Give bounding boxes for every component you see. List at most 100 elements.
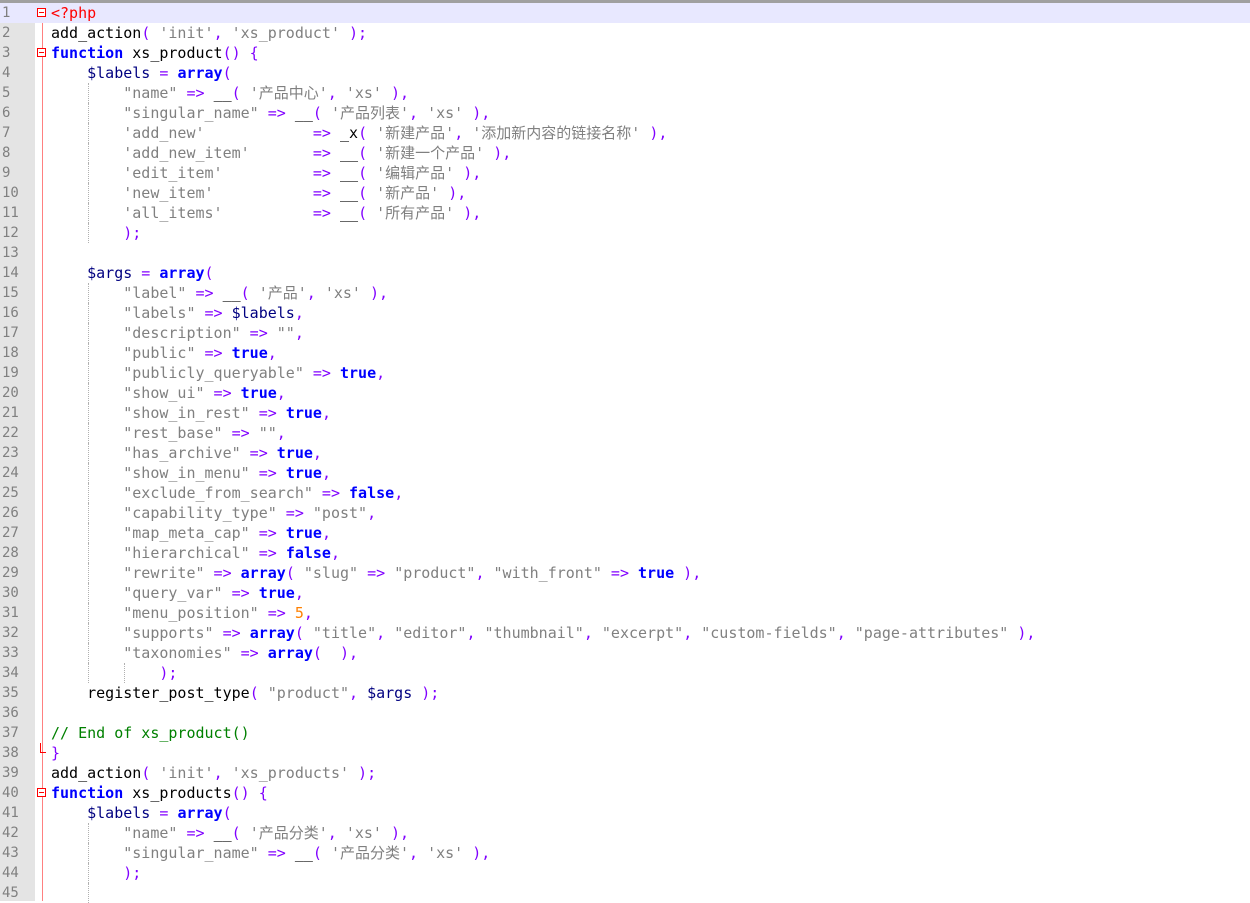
line-number[interactable]: 23 <box>0 443 34 463</box>
code-line[interactable]: 36 <box>0 703 1250 723</box>
line-number[interactable]: 3 <box>0 43 34 63</box>
code-text[interactable]: "label" => __( '产品', 'xs' ), <box>51 283 388 303</box>
code-text[interactable]: "has_archive" => true, <box>51 443 322 463</box>
code-text[interactable]: ); <box>51 863 141 883</box>
code-text[interactable]: "singular_name" => __( '产品列表', 'xs' ), <box>51 103 490 123</box>
code-line[interactable]: 35 register_post_type( "product", $args … <box>0 683 1250 703</box>
code-text[interactable]: "name" => __( '产品中心', 'xs' ), <box>51 83 409 103</box>
code-line[interactable]: 3 function xs_product() { <box>0 43 1250 63</box>
code-text[interactable]: "rewrite" => array( "slug" => "product",… <box>51 563 701 583</box>
line-number[interactable]: 12 <box>0 223 34 243</box>
code-text[interactable]: "supports" => array( "title", "editor", … <box>51 623 1035 643</box>
fold-toggle-icon[interactable] <box>37 8 46 17</box>
line-number[interactable]: 8 <box>0 143 34 163</box>
code-text[interactable]: "exclude_from_search" => false, <box>51 483 403 503</box>
line-number[interactable]: 45 <box>0 883 34 903</box>
code-line[interactable]: 41 $labels = array( <box>0 803 1250 823</box>
code-line[interactable]: 30 "query_var" => true, <box>0 583 1250 603</box>
line-number[interactable]: 4 <box>0 63 34 83</box>
code-line[interactable]: 42 "name" => __( '产品分类', 'xs' ), <box>0 823 1250 843</box>
code-text[interactable]: "show_ui" => true, <box>51 383 286 403</box>
code-text[interactable]: "query_var" => true, <box>51 583 304 603</box>
code-line[interactable]: 23 "has_archive" => true, <box>0 443 1250 463</box>
code-text[interactable]: "taxonomies" => array( ), <box>51 643 358 663</box>
code-text[interactable]: "map_meta_cap" => true, <box>51 523 331 543</box>
line-number[interactable]: 7 <box>0 123 34 143</box>
code-text[interactable]: <?php <box>51 3 96 23</box>
line-number[interactable]: 20 <box>0 383 34 403</box>
line-number[interactable]: 34 <box>0 663 34 683</box>
line-number[interactable]: 21 <box>0 403 34 423</box>
code-line[interactable]: 28 "hierarchical" => false, <box>0 543 1250 563</box>
line-number[interactable]: 41 <box>0 803 34 823</box>
code-line[interactable]: 17 "description" => "", <box>0 323 1250 343</box>
code-text[interactable]: $args = array( <box>51 263 213 283</box>
line-number[interactable]: 6 <box>0 103 34 123</box>
code-line[interactable]: 31 "menu_position" => 5, <box>0 603 1250 623</box>
code-line[interactable]: 14 $args = array( <box>0 263 1250 283</box>
line-number[interactable]: 10 <box>0 183 34 203</box>
code-text[interactable]: add_action( 'init', 'xs_products' ); <box>51 763 376 783</box>
line-number[interactable]: 33 <box>0 643 34 663</box>
line-number[interactable]: 31 <box>0 603 34 623</box>
code-line[interactable]: 19 "publicly_queryable" => true, <box>0 363 1250 383</box>
line-number[interactable]: 13 <box>0 243 34 263</box>
code-line[interactable]: 4 $labels = array( <box>0 63 1250 83</box>
code-text[interactable]: } <box>51 743 60 763</box>
line-number[interactable]: 43 <box>0 843 34 863</box>
line-number[interactable]: 16 <box>0 303 34 323</box>
code-text[interactable]: "name" => __( '产品分类', 'xs' ), <box>51 823 409 843</box>
code-line[interactable]: 45 <box>0 883 1250 903</box>
code-line[interactable]: 7 'add_new' => _x( '新建产品', '添加新内容的链接名称' … <box>0 123 1250 143</box>
code-text[interactable]: 'edit_item' => __( '编辑产品' ), <box>51 163 481 183</box>
line-number[interactable]: 2 <box>0 23 34 43</box>
line-number[interactable]: 5 <box>0 83 34 103</box>
code-line[interactable]: 32 "supports" => array( "title", "editor… <box>0 623 1250 643</box>
code-line[interactable]: 38} <box>0 743 1250 763</box>
code-line[interactable]: 20 "show_ui" => true, <box>0 383 1250 403</box>
fold-toggle-icon[interactable] <box>37 788 46 797</box>
line-number[interactable]: 22 <box>0 423 34 443</box>
line-number[interactable]: 9 <box>0 163 34 183</box>
code-line[interactable]: 22 "rest_base" => "", <box>0 423 1250 443</box>
line-number[interactable]: 40 <box>0 783 34 803</box>
code-text[interactable]: "capability_type" => "post", <box>51 503 376 523</box>
code-text[interactable]: "show_in_menu" => true, <box>51 463 331 483</box>
code-line[interactable]: 25 "exclude_from_search" => false, <box>0 483 1250 503</box>
code-line[interactable]: 10 'new_item' => __( '新产品' ), <box>0 183 1250 203</box>
line-number[interactable]: 15 <box>0 283 34 303</box>
code-text[interactable]: 'new_item' => __( '新产品' ), <box>51 183 466 203</box>
code-line[interactable]: 39 add_action( 'init', 'xs_products' ); <box>0 763 1250 783</box>
code-line[interactable]: 9 'edit_item' => __( '编辑产品' ), <box>0 163 1250 183</box>
code-line[interactable]: 40 function xs_products() { <box>0 783 1250 803</box>
code-text[interactable]: 'all_items' => __( '所有产品' ), <box>51 203 481 223</box>
code-line[interactable]: 1 <?php <box>0 3 1250 23</box>
code-line[interactable]: 6 "singular_name" => __( '产品列表', 'xs' ), <box>0 103 1250 123</box>
code-text[interactable]: add_action( 'init', 'xs_product' ); <box>51 23 367 43</box>
code-line[interactable]: 26 "capability_type" => "post", <box>0 503 1250 523</box>
line-number[interactable]: 11 <box>0 203 34 223</box>
code-line[interactable]: 21 "show_in_rest" => true, <box>0 403 1250 423</box>
code-line[interactable]: 33 "taxonomies" => array( ), <box>0 643 1250 663</box>
code-line[interactable]: 13 <box>0 243 1250 263</box>
line-number[interactable]: 17 <box>0 323 34 343</box>
code-line[interactable]: 29 "rewrite" => array( "slug" => "produc… <box>0 563 1250 583</box>
code-text[interactable]: register_post_type( "product", $args ); <box>51 683 439 703</box>
line-number[interactable]: 19 <box>0 363 34 383</box>
line-number[interactable]: 32 <box>0 623 34 643</box>
line-number[interactable]: 14 <box>0 263 34 283</box>
line-number[interactable]: 26 <box>0 503 34 523</box>
code-text[interactable]: $labels = array( <box>51 63 232 83</box>
code-line[interactable]: 43 "singular_name" => __( '产品分类', 'xs' )… <box>0 843 1250 863</box>
code-text[interactable]: "hierarchical" => false, <box>51 543 340 563</box>
code-text[interactable]: ); <box>51 223 141 243</box>
code-text[interactable]: "rest_base" => "", <box>51 423 286 443</box>
code-text[interactable]: "show_in_rest" => true, <box>51 403 331 423</box>
code-text[interactable]: "description" => "", <box>51 323 304 343</box>
code-line[interactable]: 34 ); <box>0 663 1250 683</box>
line-number[interactable]: 38 <box>0 743 34 763</box>
code-line[interactable]: 8 'add_new_item' => __( '新建一个产品' ), <box>0 143 1250 163</box>
code-line[interactable]: 11 'all_items' => __( '所有产品' ), <box>0 203 1250 223</box>
code-text[interactable]: // End of xs_product() <box>51 723 250 743</box>
line-number[interactable]: 39 <box>0 763 34 783</box>
